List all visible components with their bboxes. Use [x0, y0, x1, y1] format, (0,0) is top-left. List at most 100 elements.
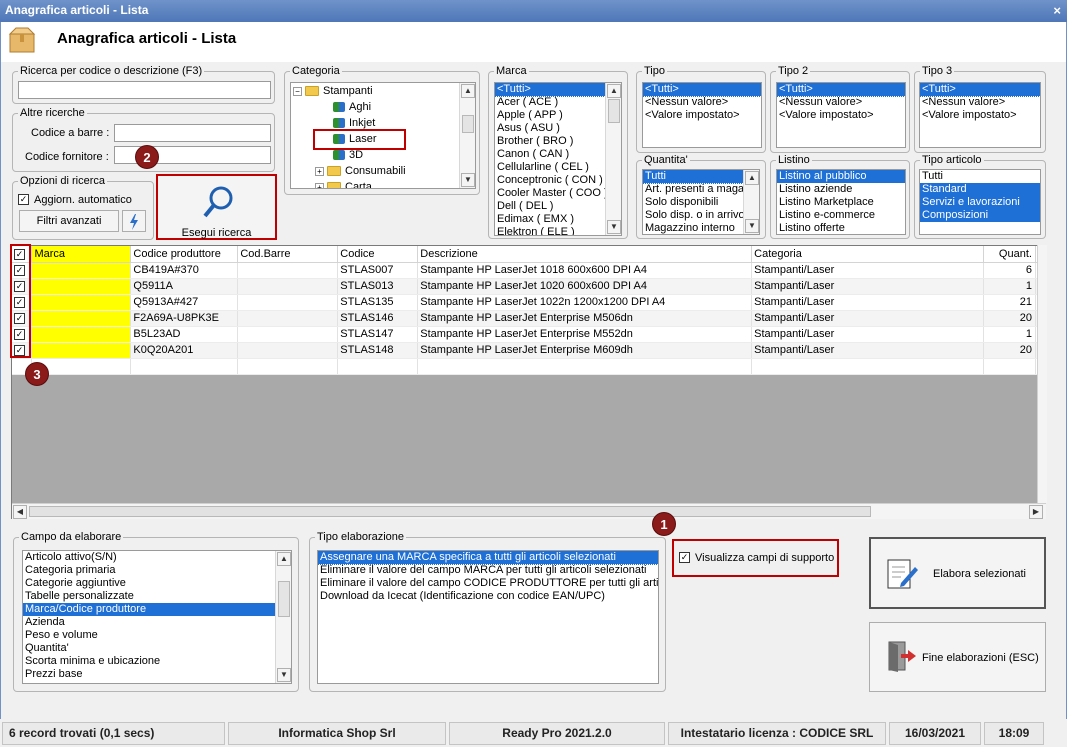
quantita-item[interactable]: Solo disp. o in arrivo: [643, 209, 759, 222]
listino-item[interactable]: Listino aziende: [777, 183, 905, 196]
tipo3-item[interactable]: <Tutti>: [920, 83, 1040, 97]
campo-item[interactable]: Categoria primaria: [23, 564, 291, 577]
quantita-scrollbar[interactable]: ▲ ▼: [743, 170, 759, 234]
tipo-articolo-list[interactable]: Tutti Standard Servizi e lavorazioni Com…: [919, 169, 1041, 235]
tipo-articolo-item[interactable]: Composizioni: [920, 209, 1040, 222]
campo-item[interactable]: Scorta minima e ubicazione: [23, 655, 291, 668]
table-row[interactable]: ✓ B5L23AD STLAS147 Stampante HP LaserJet…: [12, 326, 1045, 343]
run-search-button[interactable]: Esegui ricerca: [156, 174, 277, 240]
campo-item[interactable]: Peso e volume: [23, 629, 291, 642]
listino-item[interactable]: Listino offerte: [777, 222, 905, 234]
elaborazione-item[interactable]: Assegnare una MARCA specifica a tutti gl…: [318, 551, 658, 565]
barcode-input[interactable]: [114, 124, 271, 142]
marca-item[interactable]: <Tutti>: [495, 83, 621, 97]
col-categoria[interactable]: Categoria: [751, 246, 984, 263]
col-codice[interactable]: Codice: [337, 246, 419, 263]
table-row[interactable]: ✓ Q5913A#427 STLAS135 Stampante HP Laser…: [12, 294, 1045, 311]
quantita-item[interactable]: Tutti: [643, 170, 759, 184]
col-codice-produttore[interactable]: Codice produttore: [130, 246, 239, 263]
quantita-item[interactable]: Magazzino interno: [643, 222, 759, 234]
col-cod-barre[interactable]: Cod.Barre: [237, 246, 339, 263]
articles-grid[interactable]: ✓ Marca Codice produttore Cod.Barre Codi…: [11, 245, 1046, 519]
quantita-item[interactable]: Solo disponibili: [643, 196, 759, 209]
scroll-right-button[interactable]: ▶: [1029, 505, 1043, 519]
campo-list[interactable]: Articolo attivo(S/N) Categoria primaria …: [22, 550, 292, 684]
marca-item[interactable]: Brother ( BRO ): [495, 135, 621, 148]
campo-item[interactable]: Prezzi base: [23, 668, 291, 681]
marca-item[interactable]: Apple ( APP ): [495, 109, 621, 122]
marca-item[interactable]: Canon ( CAN ): [495, 148, 621, 161]
listino-item[interactable]: Listino al pubblico: [777, 170, 905, 183]
marca-item[interactable]: Edimax ( EMX ): [495, 213, 621, 226]
cell-codice: STLAS013: [337, 278, 419, 295]
listino-item[interactable]: Listino Marketplace: [777, 196, 905, 209]
listino-list[interactable]: Listino al pubblico Listino aziende List…: [776, 169, 906, 235]
campo-scrollbar[interactable]: ▲ ▼: [275, 551, 291, 683]
marca-item[interactable]: Elektron ( ELE ): [495, 226, 621, 235]
tipo3-list[interactable]: <Tutti> <Nessun valore> <Valore impostat…: [919, 82, 1041, 148]
fine-button[interactable]: Fine elaborazioni (ESC): [869, 622, 1046, 692]
search-input[interactable]: [18, 81, 271, 99]
col-marca[interactable]: Marca: [31, 246, 132, 263]
elaborazione-item[interactable]: Eliminare il valore del campo MARCA per …: [318, 564, 658, 577]
marca-item[interactable]: Cellularline ( CEL ): [495, 161, 621, 174]
col-quant[interactable]: Quant.: [983, 246, 1036, 263]
elaborazione-item[interactable]: Download da Icecat (Identificazione con …: [318, 590, 658, 603]
campo-item[interactable]: Articolo attivo(S/N): [23, 551, 291, 564]
scroll-left-button[interactable]: ◀: [13, 505, 27, 519]
tipo-item[interactable]: <Valore impostato>: [643, 109, 761, 122]
close-icon[interactable]: ×: [1053, 3, 1061, 18]
elabora-button[interactable]: Elabora selezionati: [869, 537, 1046, 609]
marca-item[interactable]: Dell ( DEL ): [495, 200, 621, 213]
table-row[interactable]: ✓ Q5911A STLAS013 Stampante HP LaserJet …: [12, 278, 1045, 295]
tipo-list[interactable]: <Tutti> <Nessun valore> <Valore impostat…: [642, 82, 762, 148]
quantita-item[interactable]: Art. presenti a magazzino: [643, 183, 759, 196]
campo-item[interactable]: Tabelle personalizzate: [23, 590, 291, 603]
advanced-filters-button[interactable]: Filtri avanzati: [19, 210, 119, 232]
tipo3-item[interactable]: <Nessun valore>: [920, 96, 1040, 109]
campo-item[interactable]: Marca/Codice produttore: [23, 603, 291, 616]
elaborazione-list[interactable]: Assegnare una MARCA specifica a tutti gl…: [317, 550, 659, 684]
quantita-list[interactable]: Tutti Art. presenti a magazzino Solo dis…: [642, 169, 760, 235]
tipo3-item[interactable]: <Valore impostato>: [920, 109, 1040, 122]
tipo-articolo-item[interactable]: Standard: [920, 183, 1040, 196]
tipo2-list[interactable]: <Tutti> <Nessun valore> <Valore impostat…: [776, 82, 906, 148]
tipo2-item[interactable]: <Tutti>: [777, 83, 905, 97]
category-icon: [333, 150, 345, 161]
tree-item-consumabili[interactable]: + Consumabili: [291, 163, 475, 179]
support-fields-checkbox[interactable]: ✓: [679, 551, 690, 563]
grid-vertical-scrollbar[interactable]: [1037, 245, 1047, 503]
table-row[interactable]: ✓ F2A69A-U8PK3E STLAS146 Stampante HP La…: [12, 310, 1045, 327]
tipo-articolo-item[interactable]: Tutti: [920, 170, 1040, 183]
page-title: Anagrafica articoli - Lista: [57, 30, 237, 47]
marca-item[interactable]: Acer ( ACE ): [495, 96, 621, 109]
campo-item[interactable]: Quantita': [23, 642, 291, 655]
grid-horizontal-scrollbar[interactable]: ◀ ▶: [12, 503, 1046, 519]
tipo2-item[interactable]: <Valore impostato>: [777, 109, 905, 122]
table-row[interactable]: ✓ K0Q20A201 STLAS148 Stampante HP LaserJ…: [12, 342, 1045, 359]
marca-item[interactable]: Asus ( ASU ): [495, 122, 621, 135]
col-descrizione[interactable]: Descrizione: [417, 246, 753, 263]
tipo2-item[interactable]: <Nessun valore>: [777, 96, 905, 109]
cell-cat: Stampanti/Laser: [751, 326, 984, 343]
cell-qty: 20: [983, 310, 1036, 327]
marca-item[interactable]: Conceptronic ( CON ): [495, 174, 621, 187]
tipo-item[interactable]: <Nessun valore>: [643, 96, 761, 109]
marca-scrollbar[interactable]: ▲ ▼: [605, 83, 621, 235]
scroll-thumb[interactable]: [29, 506, 871, 517]
tree-item-carta[interactable]: + Carta: [291, 179, 475, 188]
marca-item[interactable]: Cooler Master ( COO ): [495, 187, 621, 200]
listino-item[interactable]: Listino e-commerce: [777, 209, 905, 222]
campo-item[interactable]: Categorie aggiuntive: [23, 577, 291, 590]
categoria-scrollbar[interactable]: ▲ ▼: [459, 83, 475, 188]
tipo-item[interactable]: <Tutti>: [643, 83, 761, 97]
campo-item[interactable]: Azienda: [23, 616, 291, 629]
lightning-button[interactable]: [122, 210, 146, 232]
tree-item-aghi[interactable]: Aghi: [291, 99, 475, 115]
elaborazione-item[interactable]: Eliminare il valore del campo CODICE PRO…: [318, 577, 658, 590]
auto-update-checkbox[interactable]: ✓: [18, 193, 29, 205]
tipo-articolo-item[interactable]: Servizi e lavorazioni: [920, 196, 1040, 209]
table-row[interactable]: ✓ CB419A#370 STLAS007 Stampante HP Laser…: [12, 262, 1045, 279]
tree-item-stampanti[interactable]: − Stampanti: [291, 83, 475, 99]
marca-list[interactable]: <Tutti> Acer ( ACE ) Apple ( APP ) Asus …: [494, 82, 622, 236]
